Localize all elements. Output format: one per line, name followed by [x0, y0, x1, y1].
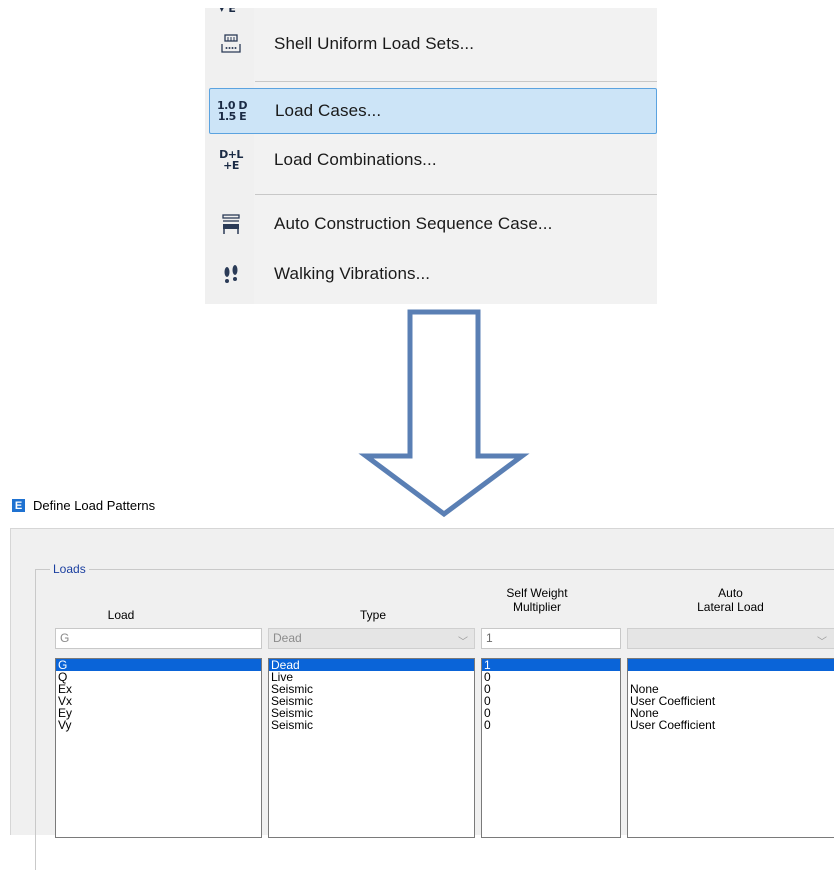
- auto-lateral-dropdown[interactable]: ﹀: [627, 628, 834, 649]
- load-name-input[interactable]: G: [55, 628, 262, 649]
- list-item[interactable]: 1: [482, 659, 620, 671]
- list-item[interactable]: G: [56, 659, 261, 671]
- load-type-value: Dead: [273, 631, 302, 645]
- column-header-type: Type: [359, 608, 386, 622]
- list-item[interactable]: Ey: [56, 707, 261, 719]
- multiplier-list[interactable]: 1 0 0 0 0 0: [481, 658, 621, 838]
- list-item[interactable]: Q: [56, 671, 261, 683]
- chevron-down-icon: ﹀: [458, 637, 468, 648]
- type-list[interactable]: Dead Live Seismic Seismic Seismic Seismi…: [268, 658, 475, 838]
- list-item[interactable]: 0: [482, 695, 620, 707]
- list-item[interactable]: 0: [482, 707, 620, 719]
- list-item[interactable]: 0: [482, 683, 620, 695]
- list-item[interactable]: Vy: [56, 719, 261, 731]
- auto-lateral-list[interactable]: None User Coefficient None User Coeffici…: [627, 658, 834, 838]
- self-weight-input[interactable]: 1: [481, 628, 621, 649]
- list-item[interactable]: 0: [482, 719, 620, 731]
- list-item[interactable]: Dead: [269, 659, 474, 671]
- dialog-title: Define Load Patterns: [33, 498, 156, 513]
- list-item[interactable]: Seismic: [269, 719, 474, 731]
- column-header-auto-lateral: Auto Lateral Load: [627, 586, 834, 614]
- load-list[interactable]: G Q Ex Vx Ey Vy: [55, 658, 262, 838]
- app-logo-icon: E: [12, 499, 25, 512]
- dialog-titlebar: E Define Load Patterns: [12, 498, 155, 513]
- list-item[interactable]: User Coefficient: [628, 719, 834, 731]
- list-item[interactable]: Ex: [56, 683, 261, 695]
- load-type-dropdown[interactable]: Dead ﹀: [268, 628, 475, 649]
- column-header-line: Auto: [718, 586, 743, 600]
- list-item[interactable]: [628, 659, 834, 671]
- list-item[interactable]: Vx: [56, 695, 261, 707]
- column-header-line: Lateral Load: [697, 600, 764, 614]
- column-header-load: Load: [107, 608, 135, 622]
- column-header-line: Self Weight: [506, 586, 568, 600]
- column-header-line: Multiplier: [512, 600, 561, 614]
- column-header-self-weight: Self Weight Multiplier: [482, 586, 592, 614]
- list-item[interactable]: 0: [482, 671, 620, 683]
- chevron-down-icon: ﹀: [817, 637, 827, 648]
- loads-group-label: Loads: [50, 562, 89, 576]
